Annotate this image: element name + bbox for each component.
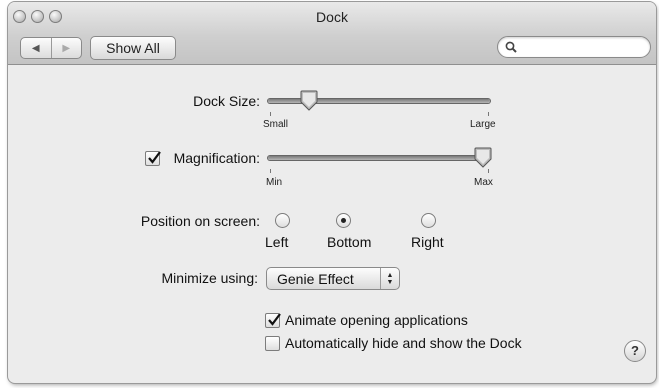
radio-bottom-label: Bottom [327,234,372,250]
dock-size-label: Dock Size: [193,93,260,109]
checkmark-icon [268,313,281,326]
show-all-button[interactable]: Show All [90,36,176,60]
magnification-max-label: Max [474,177,493,188]
radio-right-label: Right [411,234,444,250]
magnification-label: Magnification: [173,150,260,166]
magnification-slider-track[interactable] [268,156,490,160]
minimize-effect-value: Genie Effect [277,271,354,287]
back-arrow-icon[interactable]: ◀ [21,38,51,58]
search-input[interactable] [520,39,644,56]
radio-selected-dot [341,218,346,223]
slider-tick [270,112,271,116]
autohide-label: Automatically hide and show the Dock [285,335,522,351]
help-button[interactable]: ? [624,340,646,362]
slider-tick [270,169,271,173]
magnification-slider-thumb[interactable] [474,147,492,169]
back-forward-buttons: ◀ ▶ [20,37,82,59]
dock-size-min-label: Small [263,119,289,130]
radio-left[interactable] [275,213,290,228]
radio-left-label: Left [265,234,289,250]
magnifier-icon [505,41,517,53]
popup-arrows-icon: ▲ ▼ [380,268,399,289]
preferences-window: Dock ◀ ▶ Show All Dock Size: Small Large… [8,2,656,383]
position-label: Position on screen: [140,213,260,229]
minimize-effect-popup[interactable]: Genie Effect ▲ ▼ [266,267,400,290]
autohide-checkbox[interactable] [265,336,280,351]
dock-size-max-label: Large [470,119,496,130]
titlebar: Dock ◀ ▶ Show All [8,2,656,65]
magnification-checkbox[interactable] [145,151,161,166]
search-field[interactable] [497,36,651,58]
slider-tick [488,169,489,173]
dock-size-slider-thumb[interactable] [300,90,318,112]
magnification-min-label: Min [266,177,283,188]
checkmark-icon [148,151,161,164]
radio-bottom[interactable] [336,213,351,228]
radio-right[interactable] [421,213,436,228]
animate-label: Animate opening applications [285,312,468,328]
minimize-label: Minimize using: [161,270,258,286]
window-title: Dock [316,9,348,25]
slider-tick [488,112,489,116]
animate-checkbox[interactable] [265,313,281,328]
forward-arrow-icon[interactable]: ▶ [50,38,82,58]
